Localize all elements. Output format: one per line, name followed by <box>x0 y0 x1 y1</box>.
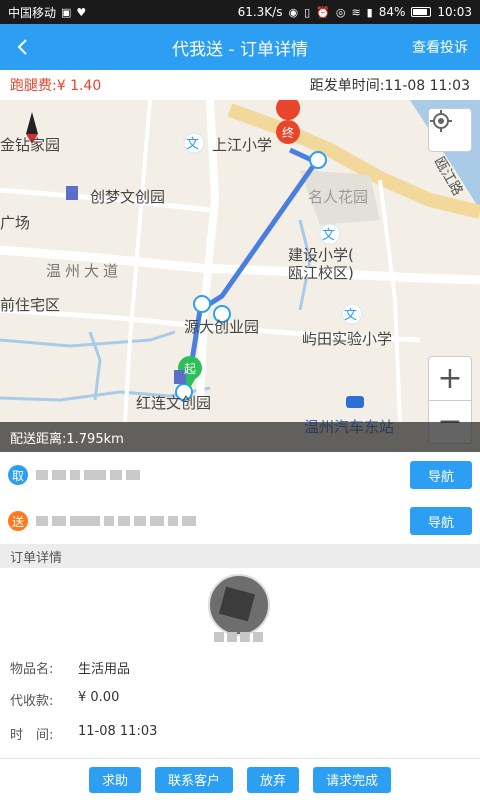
action-bar: 求助 联系客户 放弃 请求完成 <box>0 758 480 800</box>
chevron-left-icon <box>17 39 27 55</box>
cod-field: 代收款: ¥ 0.00 <box>10 690 119 709</box>
clock: 10:03 <box>437 5 472 19</box>
health-icon: ♥ <box>76 5 87 19</box>
order-info-bar: 跑腿费:¥ 1.40 距发单时间:11-08 11:03 <box>0 70 480 100</box>
customer-name-redacted <box>214 632 263 642</box>
map-label-chang: 广场 <box>0 214 31 232</box>
back-button[interactable] <box>0 24 46 70</box>
dispatch-time: 距发单时间:11-08 11:03 <box>309 78 470 94</box>
delivery-address-redacted <box>36 516 410 526</box>
view-complaints-button[interactable]: 查看投诉 <box>412 37 468 57</box>
item-name-field: 物品名: 生活用品 <box>10 658 130 677</box>
zoom-in-button[interactable]: + <box>429 357 471 400</box>
wifi-icon: ≋ <box>351 5 361 19</box>
cod-label: 代收款: <box>10 694 54 709</box>
signal-icon: ▮ <box>366 5 373 19</box>
redacted-block <box>110 470 122 480</box>
redacted-block <box>134 516 146 526</box>
vibrate-icon: ▯ <box>304 5 311 19</box>
redacted-block <box>118 516 130 526</box>
status-right: 61.3K/s ◉ ▯ ⏰ ◎ ≋ ▮ 84% 10:03 <box>238 5 472 19</box>
redacted-block <box>70 470 80 480</box>
battery-icon <box>411 7 432 17</box>
order-detail-header: 订单详情 <box>0 544 480 568</box>
map-label-shangjiang: 上江小学 <box>212 136 273 154</box>
location-icon: ◉ <box>288 5 299 19</box>
map-label-yuantian: 屿田实验小学 <box>302 330 393 348</box>
redacted-block <box>214 632 224 642</box>
item-name-label: 物品名: <box>10 662 54 677</box>
page-title: 代我送 - 订单详情 <box>172 39 308 60</box>
compass-icon <box>26 112 38 134</box>
map-label-jindiu: 金钻家园 <box>0 136 61 154</box>
redacted-block <box>52 470 66 480</box>
school-glyph: 文 <box>322 228 336 243</box>
map-label-wenzhou-dadao: 温州大道 <box>46 262 123 280</box>
pickup-address-redacted <box>36 470 410 480</box>
map-label-qianzhu: 前住宅区 <box>0 296 61 314</box>
alarm-icon: ⏰ <box>316 5 330 19</box>
canal-water <box>88 331 102 401</box>
help-button[interactable]: 求助 <box>88 766 141 793</box>
bike-station-icon <box>309 151 327 169</box>
item-name-value: 生活用品 <box>78 662 131 677</box>
carrier-group: 中国移动 ▣ ♥ <box>8 4 238 21</box>
net-speed: 61.3K/s <box>237 5 283 19</box>
status-bar: 中国移动 ▣ ♥ 61.3K/s ◉ ▯ ⏰ ◎ ≋ ▮ 84% 10:03 <box>0 0 480 24</box>
time-value: 11-08 11:03 <box>78 724 158 739</box>
cod-value: ¥ 0.00 <box>78 690 120 705</box>
delivery-distance: 配送距离:1.795km <box>0 422 480 452</box>
contact-customer-button[interactable]: 联系客户 <box>154 766 233 793</box>
order-detail-panel: 物品名: 生活用品 代收款: ¥ 0.00 时 间: 11-08 11:03 <box>0 568 480 758</box>
pickup-address-row: 取 导航 <box>0 452 480 498</box>
bike-station-icon <box>193 295 211 313</box>
time-label: 时 间: <box>10 728 54 743</box>
pickup-badge: 取 <box>8 465 28 485</box>
building-icon <box>66 186 78 200</box>
redacted-block <box>36 470 48 480</box>
map-label-yuanda: 源大创业园 <box>184 318 260 336</box>
redacted-block <box>52 516 66 526</box>
redacted-block <box>253 632 263 642</box>
route-map[interactable]: 文 文 文 终 起 上江小学 金钻家园 创梦文创园 名人花园 建设小学( 瓯江校… <box>0 100 480 452</box>
school-glyph: 文 <box>186 137 200 152</box>
locate-button[interactable] <box>428 108 472 152</box>
map-label-honglian: 红连文创园 <box>136 394 212 412</box>
crosshair-icon <box>430 110 452 132</box>
bus-icon <box>346 396 364 408</box>
redacted-block <box>104 516 114 526</box>
notification-icon: ▣ <box>61 5 72 19</box>
redacted-block <box>182 516 196 526</box>
redacted-block <box>227 632 237 642</box>
school-glyph: 文 <box>344 308 358 323</box>
redacted-block <box>150 516 164 526</box>
delivery-badge: 送 <box>8 511 28 531</box>
end-marker-label: 终 <box>282 126 295 140</box>
redacted-block <box>84 470 106 480</box>
avatar <box>208 574 270 636</box>
redacted-block <box>126 470 140 480</box>
time-field: 时 间: 11-08 11:03 <box>10 724 157 743</box>
pickup-navigate-button[interactable]: 导航 <box>410 461 472 489</box>
map-label-chuangmeng: 创梦文创园 <box>90 188 166 206</box>
map-label-jianshe: 建设小学( 瓯江校区) <box>288 246 354 282</box>
map-label-mingren: 名人花园 <box>308 188 369 206</box>
battery-percent: 84% <box>378 5 406 19</box>
carrier-label: 中国移动 <box>8 5 57 20</box>
redacted-block <box>70 516 100 526</box>
title-bar: 代我送 - 订单详情 查看投诉 <box>0 24 480 70</box>
eye-icon: ◎ <box>335 5 346 19</box>
delivery-navigate-button[interactable]: 导航 <box>410 507 472 535</box>
redacted-block <box>36 516 48 526</box>
request-complete-button[interactable]: 请求完成 <box>313 766 392 793</box>
delivery-address-row: 送 导航 <box>0 498 480 544</box>
road-minor <box>378 179 402 423</box>
start-marker-label: 起 <box>184 362 197 376</box>
errand-fee: 跑腿费:¥ 1.40 <box>10 78 102 94</box>
redacted-block <box>240 632 250 642</box>
redacted-block <box>168 516 178 526</box>
abandon-button[interactable]: 放弃 <box>247 766 300 793</box>
canal-water <box>0 330 176 348</box>
